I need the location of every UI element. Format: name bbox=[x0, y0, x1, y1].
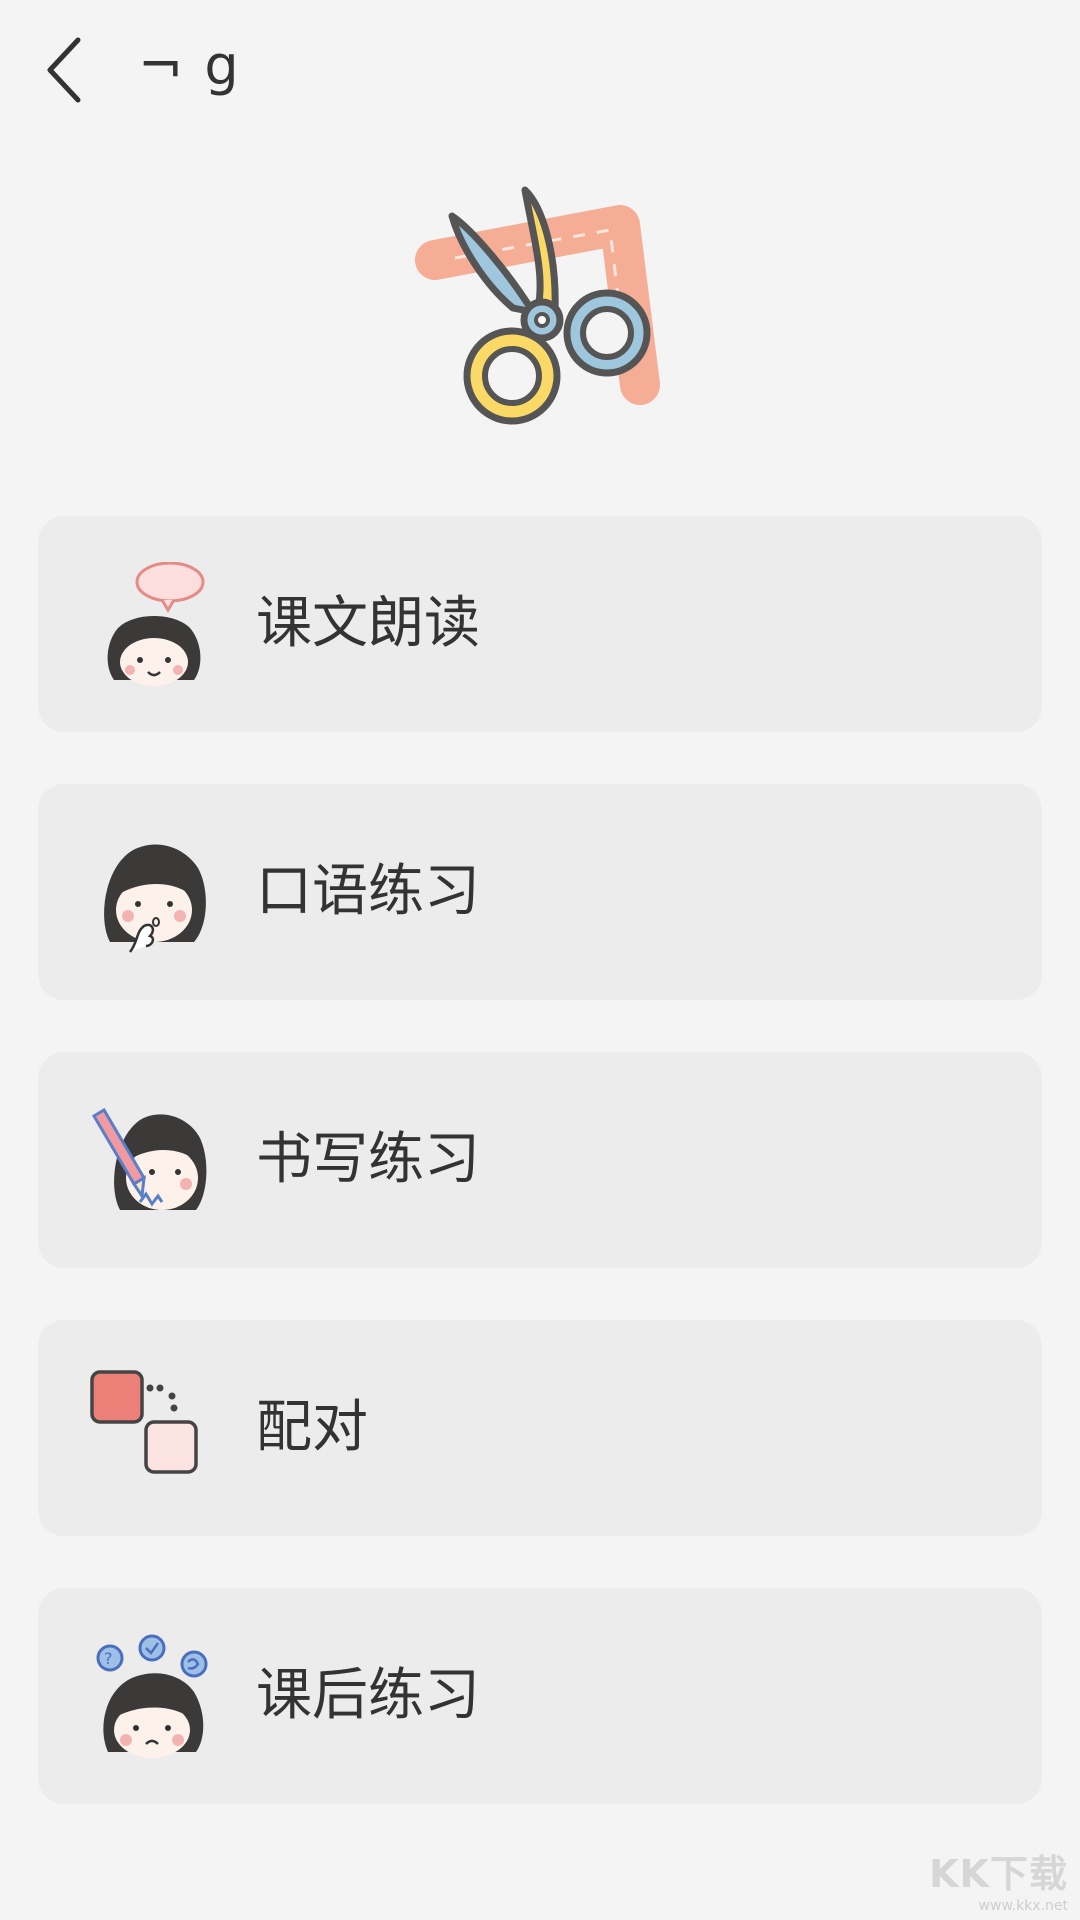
menu-item-oral-practice[interactable]: 口语练习 bbox=[38, 784, 1042, 1000]
menu-item-label: 课后练习 bbox=[256, 1663, 480, 1728]
back-button[interactable] bbox=[40, 30, 90, 110]
girl-thinking-icon bbox=[90, 830, 214, 954]
menu-list: 课文朗读 口语练习 书写练习 配对 ? 课后练习 bbox=[38, 516, 1042, 1856]
watermark-url: www.kkx.net bbox=[978, 1898, 1068, 1914]
svg-text:?: ? bbox=[104, 1649, 113, 1668]
menu-item-label: 课文朗读 bbox=[256, 591, 480, 656]
scissors-illustration bbox=[405, 180, 675, 440]
back-arrow-icon bbox=[47, 37, 81, 103]
menu-item-writing-practice[interactable]: 书写练习 bbox=[38, 1052, 1042, 1268]
menu-item-text-reading[interactable]: 课文朗读 bbox=[38, 516, 1042, 732]
menu-item-label: 口语练习 bbox=[256, 859, 480, 924]
girl-pencil-icon bbox=[90, 1098, 214, 1222]
matching-squares-icon bbox=[90, 1366, 214, 1490]
watermark-logo: KK下载 bbox=[929, 1852, 1068, 1896]
page-title: ¬ g bbox=[138, 34, 241, 97]
menu-item-label: 配对 bbox=[256, 1395, 368, 1460]
header: ¬ g bbox=[0, 0, 1080, 140]
watermark: KK下载 www.kkx.net bbox=[929, 1843, 1068, 1914]
menu-item-label: 书写练习 bbox=[256, 1127, 480, 1192]
menu-item-after-class-exercise[interactable]: ? 课后练习 bbox=[38, 1588, 1042, 1804]
menu-item-matching[interactable]: 配对 bbox=[38, 1320, 1042, 1536]
girl-speech-bubble-icon bbox=[90, 561, 214, 686]
girl-question-bubbles-icon: ? bbox=[90, 1634, 214, 1758]
